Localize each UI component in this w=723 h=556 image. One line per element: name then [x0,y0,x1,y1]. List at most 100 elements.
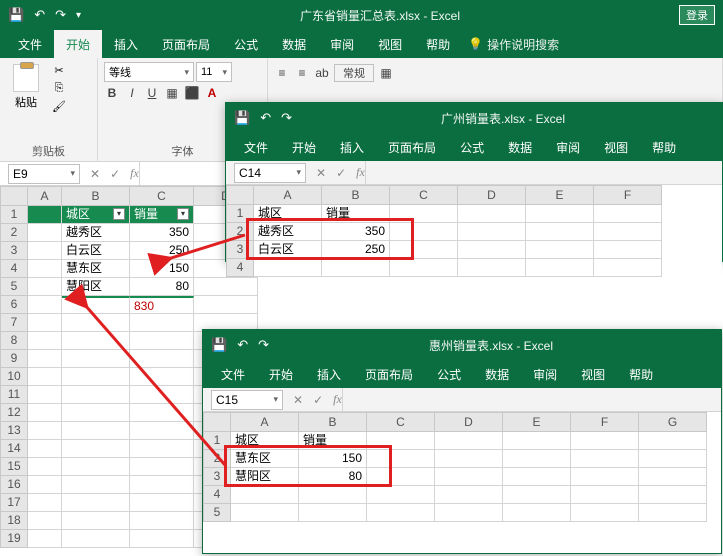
tab-view[interactable]: 视图 [569,360,617,389]
tab-home[interactable]: 开始 [54,30,102,59]
cell-C14[interactable] [130,440,194,458]
cell-A8[interactable] [28,332,62,350]
s2-E4[interactable] [503,486,571,504]
s2-G1[interactable] [639,432,707,450]
fx-icon[interactable]: fx [333,392,342,407]
tab-help[interactable]: 帮助 [617,360,665,389]
tab-data[interactable]: 数据 [496,133,544,162]
cell-C8[interactable] [130,332,194,350]
s1-D1[interactable] [458,205,526,223]
cell-B4[interactable]: 慧东区 [62,260,130,278]
s1-F4[interactable] [594,259,662,277]
s2-E2[interactable] [503,450,571,468]
s2-F1[interactable] [571,432,639,450]
rowhead-12[interactable]: 12 [0,404,28,422]
rowhead-4[interactable]: 4 [226,259,254,277]
rowhead-7[interactable]: 7 [0,314,28,332]
cell-C18[interactable] [130,512,194,530]
s2-F3[interactable] [571,468,639,486]
s1-E4[interactable] [526,259,594,277]
s2-A2[interactable]: 慧东区 [231,450,299,468]
tab-pagelayout[interactable]: 页面布局 [353,360,425,389]
s2-G4[interactable] [639,486,707,504]
cell-A6[interactable] [28,296,62,314]
cell-C12[interactable] [130,404,194,422]
italic-button[interactable]: I [124,84,140,102]
tab-file[interactable]: 文件 [209,360,257,389]
s2-A5[interactable] [231,504,299,522]
s1-A4[interactable] [254,259,322,277]
cell-C6-sum[interactable]: 830 [130,296,194,314]
cell-B15[interactable] [62,458,130,476]
s1-F1[interactable] [594,205,662,223]
tab-review[interactable]: 审阅 [521,360,569,389]
tab-insert[interactable]: 插入 [328,133,376,162]
cell-B5[interactable]: 慧阳区 [62,278,130,296]
save-icon[interactable]: 💾 [211,337,227,353]
s1-E2[interactable] [526,223,594,241]
tab-pagelayout[interactable]: 页面布局 [376,133,448,162]
s2-B3[interactable]: 80 [299,468,367,486]
tab-insert[interactable]: 插入 [305,360,353,389]
s2-B4[interactable] [299,486,367,504]
redo-icon[interactable]: ↷ [258,337,269,353]
s1-B2[interactable]: 350 [322,223,390,241]
rowhead-5[interactable]: 5 [0,278,28,296]
tab-data[interactable]: 数据 [473,360,521,389]
s2-B5[interactable] [299,504,367,522]
rowhead-3[interactable]: 3 [0,242,28,260]
cell-C17[interactable] [130,494,194,512]
s1-B4[interactable] [322,259,390,277]
s2-C2[interactable] [367,450,435,468]
cell-B2[interactable]: 越秀区 [62,224,130,242]
colhead-A[interactable]: A [28,186,62,206]
s1-D2[interactable] [458,223,526,241]
cancel-icon[interactable]: ✕ [316,166,326,180]
formula-bar[interactable] [365,161,722,184]
rowhead-10[interactable]: 10 [0,368,28,386]
cell-A4[interactable] [28,260,62,278]
cell-A14[interactable] [28,440,62,458]
s2-B2[interactable]: 150 [299,450,367,468]
select-all-corner[interactable] [203,412,231,432]
s1-E1[interactable] [526,205,594,223]
redo-icon[interactable]: ↷ [281,110,292,126]
rowhead-2[interactable]: 2 [226,223,254,241]
s2-F4[interactable] [571,486,639,504]
align-top-icon[interactable]: ≡ [274,64,290,82]
colhead-F[interactable]: F [594,185,662,205]
cell-A10[interactable] [28,368,62,386]
s1-F2[interactable] [594,223,662,241]
cancel-icon[interactable]: ✕ [293,393,303,407]
paste-button[interactable]: 粘贴 [6,62,46,110]
cell-A12[interactable] [28,404,62,422]
s2-B1[interactable]: 销量 [299,432,367,450]
general-format[interactable]: 常规 [334,64,374,82]
rowhead-9[interactable]: 9 [0,350,28,368]
rowhead-18[interactable]: 18 [0,512,28,530]
s1-E3[interactable] [526,241,594,259]
cell-C1[interactable]: 销量▾ [130,206,194,224]
cell-A16[interactable] [28,476,62,494]
colhead-A[interactable]: A [254,185,322,205]
colhead-C[interactable]: C [367,412,435,432]
s2-A3[interactable]: 慧阳区 [231,468,299,486]
undo-icon[interactable]: ↶ [34,7,45,23]
filter-dropdown-icon[interactable]: ▾ [177,208,189,220]
colhead-B[interactable]: B [62,186,130,206]
format-painter-icon[interactable]: 🖌 [50,98,68,114]
cell-C3[interactable]: 250 [130,242,194,260]
sub2-sheet[interactable]: 1 2 3 4 5 A B C D E F G 城区销量 慧东区150 慧阳区8… [203,412,721,522]
cell-A3[interactable] [28,242,62,260]
cell-B19[interactable] [62,530,130,548]
colhead-B[interactable]: B [299,412,367,432]
cell-A18[interactable] [28,512,62,530]
enter-icon[interactable]: ✓ [110,167,120,181]
name-box-dropdown-icon[interactable]: ▾ [70,168,75,179]
tell-me-search[interactable]: 💡 操作说明搜索 [468,36,559,53]
s2-G5[interactable] [639,504,707,522]
cell-D5[interactable] [194,278,258,296]
underline-button[interactable]: U [144,84,160,102]
rowhead-1[interactable]: 1 [203,432,231,450]
cell-A2[interactable] [28,224,62,242]
